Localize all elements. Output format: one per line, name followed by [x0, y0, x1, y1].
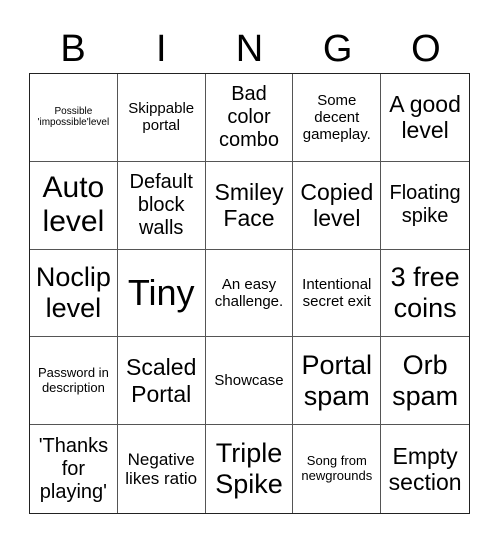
- bingo-cell[interactable]: Orb spam: [381, 337, 469, 426]
- bingo-cell[interactable]: Showcase: [205, 337, 294, 426]
- header-letter-b: B: [60, 28, 86, 70]
- bingo-cell[interactable]: Intentional secret exit: [293, 249, 382, 338]
- bingo-cell[interactable]: A good level: [381, 74, 469, 162]
- header-letter-n: N: [235, 28, 264, 70]
- bingo-cell[interactable]: 3 free coins: [381, 250, 469, 338]
- bingo-cell[interactable]: Song from newgrounds: [293, 425, 382, 513]
- bingo-cell[interactable]: Default block walls: [117, 161, 206, 250]
- bingo-cell[interactable]: Noclip level: [30, 249, 118, 338]
- bingo-cell[interactable]: Password in description: [30, 337, 118, 426]
- bingo-cell[interactable]: Skippable portal: [117, 74, 206, 162]
- header-letter-i: I: [156, 28, 167, 70]
- bingo-header: B I N G O: [29, 24, 470, 74]
- header-letter-o: O: [411, 28, 441, 70]
- header-letter-g: G: [322, 28, 353, 70]
- bingo-cell[interactable]: Possible 'impossible'level: [30, 74, 118, 162]
- bingo-cell[interactable]: Smiley Face: [205, 161, 294, 250]
- bingo-cell[interactable]: Floating spike: [381, 162, 469, 250]
- bingo-cell[interactable]: 'Thanks for playing': [30, 425, 118, 513]
- bingo-cell[interactable]: Bad color combo: [205, 74, 294, 162]
- bingo-cell[interactable]: Empty section: [381, 425, 469, 513]
- bingo-cell[interactable]: Triple Spike: [206, 425, 294, 513]
- bingo-cell[interactable]: Scaled Portal: [117, 337, 206, 426]
- bingo-cell[interactable]: Portal spam: [293, 337, 382, 426]
- bingo-cell[interactable]: Copied level: [293, 161, 382, 250]
- bingo-cell[interactable]: Some decent gameplay.: [293, 74, 382, 162]
- bingo-cell[interactable]: Negative likes ratio: [118, 425, 206, 513]
- bingo-grid: Possible 'impossible'level Skippable port…: [29, 73, 470, 514]
- bingo-cell[interactable]: Auto level: [30, 161, 118, 250]
- bingo-cell[interactable]: Tiny: [117, 249, 206, 338]
- bingo-cell[interactable]: An easy challenge.: [205, 249, 294, 338]
